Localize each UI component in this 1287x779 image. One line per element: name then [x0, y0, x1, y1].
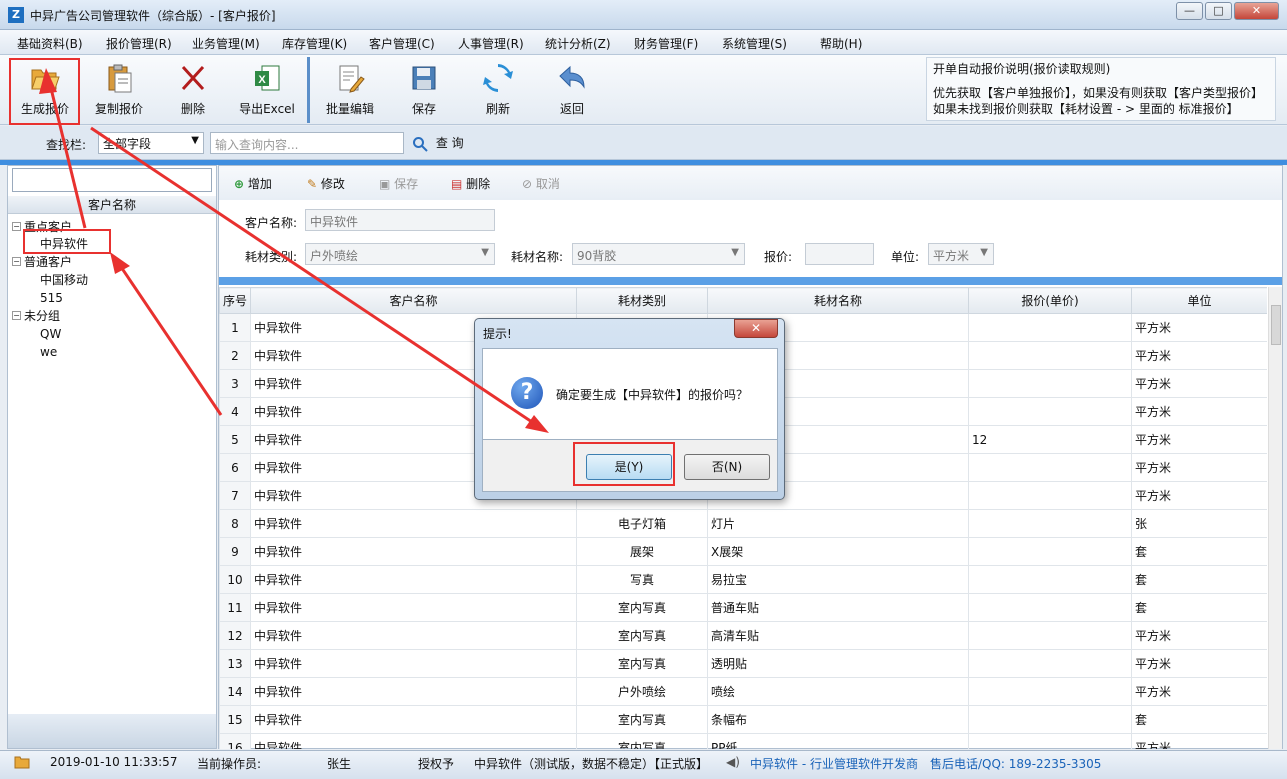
- annotation-arrows: [39, 68, 549, 433]
